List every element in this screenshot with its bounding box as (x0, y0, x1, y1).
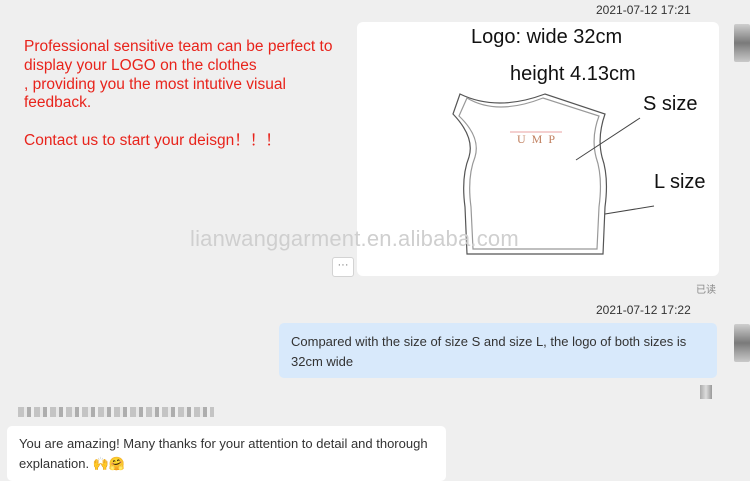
promo-message: Professional sensitive team can be perfe… (24, 38, 333, 149)
more-options-button[interactable]: ··· (332, 257, 354, 277)
customer-bubble[interactable]: You are amazing! Many thanks for your at… (7, 426, 446, 481)
avatar[interactable] (734, 24, 750, 62)
watermark: lianwanggarment.en.alibaba.com (190, 226, 519, 251)
timestamp: 2021-07-12 17:22 (596, 303, 691, 317)
shirt-logo: UMP (517, 132, 561, 146)
reply-bubble[interactable]: Compared with the size of size S and siz… (279, 323, 717, 378)
timestamp: 2021-07-12 17:21 (596, 3, 691, 17)
customer-text: You are amazing! Many thanks for your at… (19, 436, 428, 471)
reply-text: Compared with the size of size S and siz… (291, 334, 687, 369)
blurred-sender-name (18, 407, 214, 417)
blurred-status-icon (700, 385, 712, 399)
read-status: 已读 (696, 285, 716, 296)
customer-emoji: 🙌🤗 (92, 456, 126, 471)
avatar[interactable] (734, 324, 750, 362)
